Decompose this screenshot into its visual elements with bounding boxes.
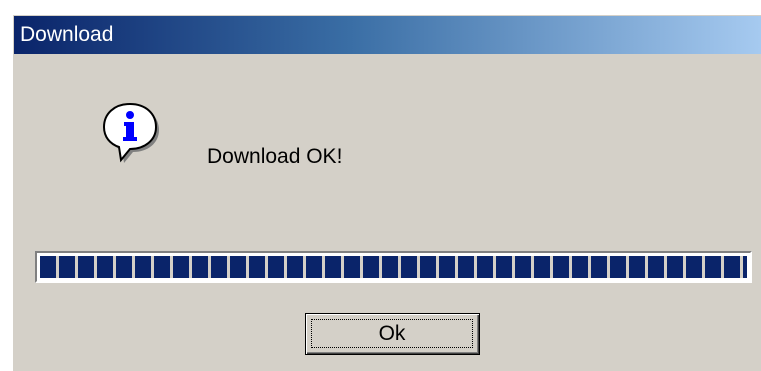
download-progress-bar — [35, 251, 752, 283]
status-message: Download OK! — [207, 145, 343, 168]
ok-button[interactable]: Ok — [305, 313, 480, 355]
progress-track — [40, 256, 747, 278]
download-dialog: Download Download OK! Ok — [12, 14, 761, 371]
progress-fill — [40, 256, 747, 278]
title-bar[interactable]: Download — [14, 16, 761, 54]
info-icon — [102, 102, 159, 163]
window-title: Download — [20, 23, 114, 46]
ok-button-label: Ok — [311, 319, 473, 348]
